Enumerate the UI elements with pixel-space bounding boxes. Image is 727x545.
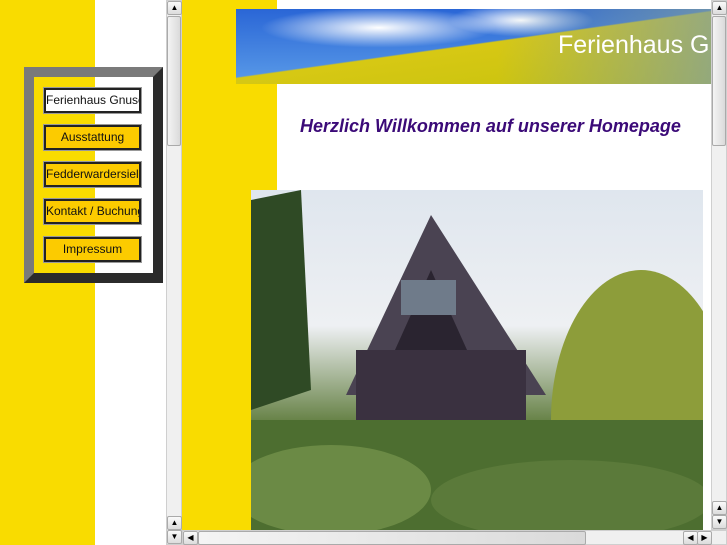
nav-ausstattung[interactable]: Ausstattung — [43, 124, 142, 151]
horizontal-scroll-thumb[interactable] — [198, 531, 586, 545]
header-banner-image: Ferienhaus Gnuschke — [236, 9, 711, 84]
scroll-left-button-end[interactable]: ◀ — [683, 531, 698, 545]
holiday-house-photo — [251, 190, 703, 530]
nav-impressum[interactable]: Impressum — [43, 236, 142, 263]
scroll-down-button[interactable]: ▼ — [167, 530, 182, 544]
nav-kontakt[interactable]: Kontakt / Buchung — [43, 198, 142, 225]
nav-ferienhaus[interactable]: Ferienhaus Gnuschke — [43, 87, 142, 114]
scroll-up-button-bottom[interactable]: ▲ — [712, 501, 727, 515]
scroll-up-button[interactable]: ▲ — [712, 1, 727, 15]
scroll-up-button-bottom[interactable]: ▲ — [167, 516, 182, 530]
nav-fedderwardersiel[interactable]: Fedderwardersiel und Umgebung — [43, 161, 142, 188]
navigation-menu: Ferienhaus Gnuschke Ausstattung Fedderwa… — [24, 67, 163, 283]
scroll-down-button[interactable]: ▼ — [712, 515, 727, 529]
scroll-right-button[interactable]: ▶ — [697, 531, 712, 545]
scroll-thumb[interactable] — [712, 16, 726, 146]
welcome-heading: Herzlich Willkommen auf unserer Homepage — [300, 116, 681, 136]
scroll-left-button[interactable]: ◀ — [183, 531, 198, 545]
left-frame-scrollbar[interactable]: ▲ ▲ ▼ — [166, 0, 182, 545]
right-frame-vertical-scrollbar[interactable]: ▲ ▲ ▼ — [711, 0, 727, 530]
scroll-thumb[interactable] — [167, 16, 181, 146]
right-frame-horizontal-scrollbar[interactable]: ◀ ◀ ▶ — [182, 530, 727, 545]
scroll-up-button[interactable]: ▲ — [167, 1, 182, 15]
banner-title: Ferienhaus Gnuschke — [558, 31, 711, 59]
